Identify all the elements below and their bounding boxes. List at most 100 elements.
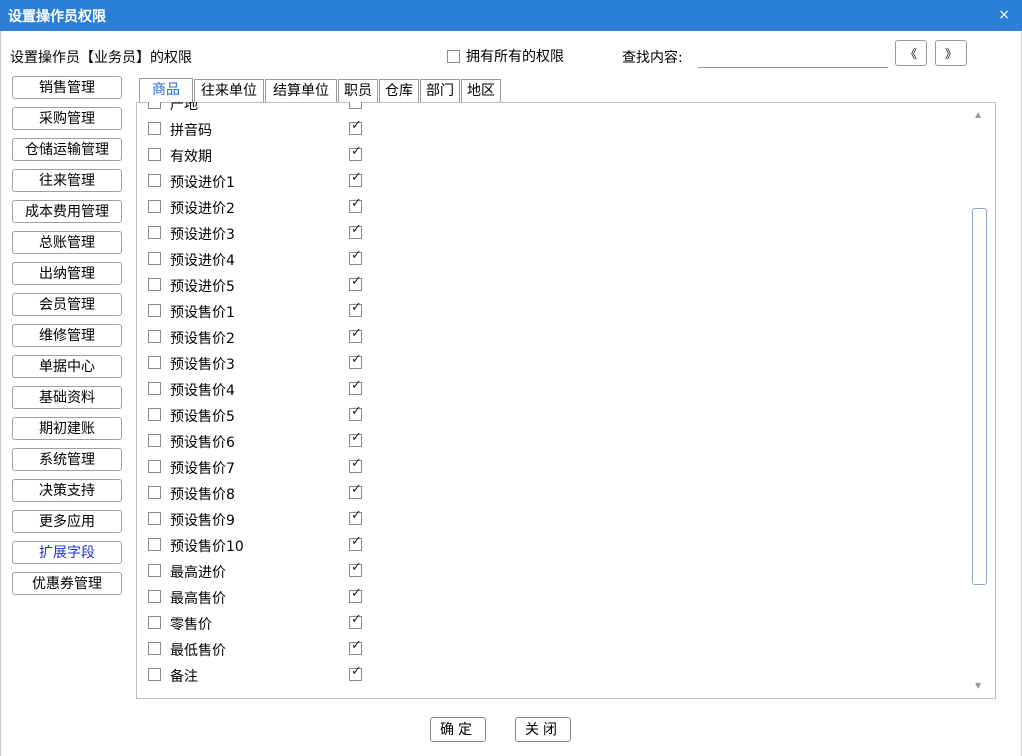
category-button[interactable]: 出纳管理 xyxy=(12,262,122,285)
row-select-checkbox[interactable] xyxy=(148,226,161,239)
close-icon[interactable]: × xyxy=(998,7,1010,23)
row-select-checkbox[interactable] xyxy=(148,304,161,317)
permission-row: 预设进价1 ✓ xyxy=(136,168,966,194)
scroll-down-icon[interactable]: ▼ xyxy=(975,681,981,690)
row-select-checkbox[interactable] xyxy=(148,668,161,681)
tab[interactable]: 仓库 xyxy=(379,79,419,102)
permission-checkbox[interactable]: ✓ xyxy=(349,102,362,109)
ok-button[interactable]: 确定 xyxy=(430,717,486,742)
permission-row: 预设售价7 ✓ xyxy=(136,454,966,480)
row-select-checkbox[interactable] xyxy=(148,538,161,551)
permission-checkbox[interactable]: ✓ xyxy=(349,638,362,655)
category-button[interactable]: 采购管理 xyxy=(12,107,122,130)
scroll-thumb[interactable] xyxy=(972,208,987,585)
permission-label: 预设售价8 xyxy=(170,487,235,503)
vertical-scrollbar[interactable]: ▲ ▼ xyxy=(970,104,990,696)
category-button[interactable]: 扩展字段 xyxy=(12,541,122,564)
row-select-checkbox[interactable] xyxy=(148,616,161,629)
row-select-checkbox[interactable] xyxy=(148,174,161,187)
row-select-checkbox[interactable] xyxy=(148,356,161,369)
category-button[interactable]: 系统管理 xyxy=(12,448,122,471)
permission-checkbox[interactable]: ✓ xyxy=(349,613,362,629)
category-button[interactable]: 优惠券管理 xyxy=(12,572,122,595)
row-select-checkbox[interactable] xyxy=(148,330,161,343)
category-button[interactable]: 总账管理 xyxy=(12,231,122,254)
row-select-checkbox[interactable] xyxy=(148,434,161,447)
check-mark-icon: ✓ xyxy=(351,664,362,679)
permission-checkbox[interactable]: ✓ xyxy=(349,509,362,525)
category-button[interactable]: 成本费用管理 xyxy=(12,200,122,223)
permission-label: 拼音码 xyxy=(170,123,212,139)
row-select-checkbox[interactable] xyxy=(148,642,161,655)
category-button[interactable]: 维修管理 xyxy=(12,324,122,347)
close-button[interactable]: 关闭 xyxy=(515,717,571,742)
category-button[interactable]: 期初建账 xyxy=(12,417,122,440)
tab[interactable]: 地区 xyxy=(461,79,501,102)
check-mark-icon: ✓ xyxy=(351,300,362,315)
tab[interactable]: 商品 xyxy=(139,78,193,104)
row-select-checkbox[interactable] xyxy=(148,460,161,473)
permission-row: 预设进价5 ✓ xyxy=(136,272,966,298)
permission-checkbox[interactable]: ✓ xyxy=(349,431,362,447)
check-mark-icon: ✓ xyxy=(351,638,362,653)
row-select-checkbox[interactable] xyxy=(148,148,161,161)
permission-row: 预设售价10 ✓ xyxy=(136,532,966,558)
permission-checkbox[interactable]: ✓ xyxy=(349,379,362,395)
find-next-button[interactable]: 》 xyxy=(935,40,967,66)
category-button[interactable]: 单据中心 xyxy=(12,355,122,378)
permission-checkbox[interactable]: ✓ xyxy=(349,664,362,681)
permission-checkbox[interactable]: ✓ xyxy=(349,145,362,161)
permission-checkbox[interactable]: ✓ xyxy=(349,118,362,135)
row-select-checkbox[interactable] xyxy=(148,102,161,109)
check-mark-icon: ✓ xyxy=(351,326,362,341)
permission-checkbox[interactable]: ✓ xyxy=(349,483,362,499)
permission-checkbox[interactable]: ✓ xyxy=(349,561,362,577)
permission-checkbox[interactable]: ✓ xyxy=(349,353,362,369)
category-button[interactable]: 仓储运输管理 xyxy=(12,138,122,161)
tab[interactable]: 往来单位 xyxy=(194,79,264,102)
row-select-checkbox[interactable] xyxy=(148,486,161,499)
find-prev-button[interactable]: 《 xyxy=(895,40,927,66)
tab[interactable]: 职员 xyxy=(338,79,378,102)
find-input[interactable] xyxy=(698,41,888,68)
row-select-checkbox[interactable] xyxy=(148,512,161,525)
permission-label: 预设售价4 xyxy=(170,383,235,399)
permission-checkbox[interactable]: ✓ xyxy=(349,326,362,343)
permission-checkbox[interactable]: ✓ xyxy=(349,587,362,603)
permission-checkbox[interactable]: ✓ xyxy=(349,300,362,317)
permission-label: 预设进价5 xyxy=(170,279,235,295)
check-mark-icon: ✓ xyxy=(351,118,362,133)
category-button[interactable]: 销售管理 xyxy=(12,76,122,99)
row-select-checkbox[interactable] xyxy=(148,382,161,395)
category-button[interactable]: 会员管理 xyxy=(12,293,122,316)
tab[interactable]: 部门 xyxy=(420,79,460,102)
row-select-checkbox[interactable] xyxy=(148,200,161,213)
permission-row: 最高售价 ✓ xyxy=(136,584,966,610)
row-select-checkbox[interactable] xyxy=(148,590,161,603)
row-select-checkbox[interactable] xyxy=(148,408,161,421)
category-button[interactable]: 决策支持 xyxy=(12,479,122,502)
all-permissions-option[interactable]: 拥有所有的权限 xyxy=(447,46,564,66)
permission-row: 预设售价9 ✓ xyxy=(136,506,966,532)
category-button[interactable]: 更多应用 xyxy=(12,510,122,533)
category-button[interactable]: 往来管理 xyxy=(12,169,122,192)
row-select-checkbox[interactable] xyxy=(148,278,161,291)
all-permissions-checkbox[interactable] xyxy=(447,49,460,63)
permission-checkbox[interactable]: ✓ xyxy=(349,197,362,213)
permission-checkbox[interactable]: ✓ xyxy=(349,405,362,421)
permission-checkbox[interactable]: ✓ xyxy=(349,171,362,187)
permission-checkbox[interactable]: ✓ xyxy=(349,275,362,291)
permission-checkbox[interactable]: ✓ xyxy=(349,223,362,239)
scroll-up-icon[interactable]: ▲ xyxy=(975,110,981,119)
permission-row: 预设进价2 ✓ xyxy=(136,194,966,220)
permission-checkbox[interactable]: ✓ xyxy=(349,535,362,551)
row-select-checkbox[interactable] xyxy=(148,122,161,135)
permission-label: 预设进价2 xyxy=(170,201,235,217)
tab[interactable]: 结算单位 xyxy=(265,79,337,102)
row-select-checkbox[interactable] xyxy=(148,564,161,577)
category-button[interactable]: 基础资料 xyxy=(12,386,122,409)
permission-checkbox[interactable]: ✓ xyxy=(349,249,362,265)
permission-checkbox[interactable]: ✓ xyxy=(349,457,362,473)
permission-label: 最高进价 xyxy=(170,565,226,581)
row-select-checkbox[interactable] xyxy=(148,252,161,265)
